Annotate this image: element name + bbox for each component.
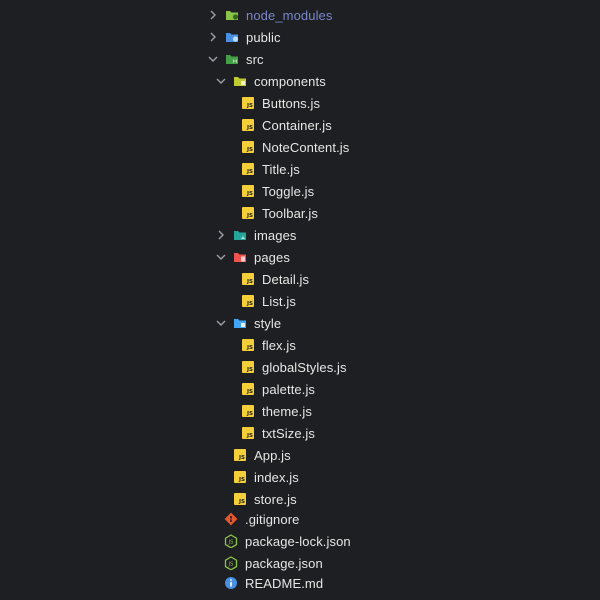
- js-file-icon: JS: [241, 140, 255, 154]
- nodejs-icon: JS: [224, 556, 238, 570]
- js-file-icon: JS: [241, 360, 255, 374]
- js-file-icon: JS: [241, 404, 255, 418]
- tree-item-palette-js[interactable]: JS palette.js: [241, 378, 315, 400]
- tree-item-notecontent-js[interactable]: JS NoteContent.js: [241, 136, 349, 158]
- tree-item-label: Toolbar.js: [262, 205, 318, 221]
- style-folder-icon: [233, 316, 247, 330]
- tree-item-flex-js[interactable]: JS flex.js: [241, 334, 296, 356]
- tree-item-gitignore[interactable]: .gitignore: [224, 508, 299, 530]
- tree-item-label: store.js: [254, 491, 297, 507]
- tree-item-title-js[interactable]: JS Title.js: [241, 158, 300, 180]
- js-file-icon: JS: [241, 426, 255, 440]
- pages-folder-icon: [233, 250, 247, 264]
- file-explorer-tree: node_modules public src components JS Bu…: [0, 0, 600, 600]
- tree-item-store-js[interactable]: JS store.js: [233, 488, 297, 510]
- js-file-icon: JS: [233, 448, 247, 462]
- svg-text:JS: JS: [228, 540, 234, 546]
- tree-item-label: globalStyles.js: [262, 359, 347, 375]
- tree-item-label: Container.js: [262, 117, 332, 133]
- js-file-icon: JS: [241, 294, 255, 308]
- tree-item-label: package-lock.json: [245, 533, 351, 549]
- chevron-down-icon[interactable]: [207, 53, 219, 65]
- tree-item-label: palette.js: [262, 381, 316, 397]
- tree-item-package-json[interactable]: JS package.json: [224, 552, 323, 574]
- tree-item-package-lock-json[interactable]: JS package-lock.json: [224, 530, 351, 552]
- tree-item-label: style: [254, 315, 282, 331]
- info-icon: [224, 576, 238, 590]
- tree-item-toggle-js[interactable]: JS Toggle.js: [241, 180, 314, 202]
- tree-item-public[interactable]: public: [207, 26, 281, 48]
- node-folder-icon: [225, 8, 239, 22]
- chevron-right-icon[interactable]: [207, 9, 219, 21]
- tree-item-label: components: [254, 73, 326, 89]
- tree-item-label: Toggle.js: [262, 183, 315, 199]
- tree-item-label: images: [254, 227, 297, 243]
- chevron-right-icon[interactable]: [207, 31, 219, 43]
- tree-item-label: flex.js: [262, 337, 296, 353]
- tree-item-label: Buttons.js: [262, 95, 321, 111]
- tree-item-list-js[interactable]: JS List.js: [241, 290, 296, 312]
- js-file-icon: JS: [241, 382, 255, 396]
- js-file-icon: JS: [241, 96, 255, 110]
- tree-item-globalstyles-js[interactable]: JS globalStyles.js: [241, 356, 347, 378]
- tree-item-label: App.js: [254, 447, 291, 463]
- chevron-down-icon[interactable]: [215, 317, 227, 329]
- svg-text:JS: JS: [228, 562, 234, 568]
- js-file-icon: JS: [241, 338, 255, 352]
- chevron-down-icon[interactable]: [215, 251, 227, 263]
- images-folder-icon: [233, 228, 247, 242]
- js-file-icon: JS: [241, 184, 255, 198]
- public-folder-icon: [225, 30, 239, 44]
- components-folder-icon: [233, 74, 247, 88]
- tree-item-label: pages: [254, 249, 290, 265]
- tree-item-label: node_modules: [246, 7, 333, 23]
- tree-item-label: public: [246, 29, 281, 45]
- chevron-right-icon[interactable]: [215, 229, 227, 241]
- tree-item-label: .gitignore: [245, 511, 300, 527]
- tree-item-label: theme.js: [262, 403, 312, 419]
- tree-item-style[interactable]: style: [215, 312, 281, 334]
- tree-item-theme-js[interactable]: JS theme.js: [241, 400, 312, 422]
- tree-item-txtsize-js[interactable]: JS txtSize.js: [241, 422, 315, 444]
- tree-item-toolbar-js[interactable]: JS Toolbar.js: [241, 202, 318, 224]
- git-icon: [224, 512, 238, 526]
- tree-item-label: src: [246, 51, 264, 67]
- js-file-icon: JS: [241, 206, 255, 220]
- tree-item-label: txtSize.js: [262, 425, 316, 441]
- tree-item-node-modules[interactable]: node_modules: [207, 4, 333, 26]
- tree-item-label: package.json: [245, 555, 323, 571]
- tree-item-label: NoteContent.js: [262, 139, 350, 155]
- tree-item-pages[interactable]: pages: [215, 246, 290, 268]
- js-file-icon: JS: [233, 470, 247, 484]
- tree-item-detail-js[interactable]: JS Detail.js: [241, 268, 309, 290]
- tree-item-label: List.js: [262, 293, 296, 309]
- src-folder-icon: [225, 52, 239, 66]
- tree-item-label: Title.js: [262, 161, 300, 177]
- js-file-icon: JS: [233, 492, 247, 506]
- tree-item-container-js[interactable]: JS Container.js: [241, 114, 332, 136]
- tree-item-buttons-js[interactable]: JS Buttons.js: [241, 92, 320, 114]
- nodejs-icon: JS: [224, 534, 238, 548]
- tree-item-app-js[interactable]: JS App.js: [233, 444, 291, 466]
- tree-item-label: Detail.js: [262, 271, 310, 287]
- tree-item-src[interactable]: src: [207, 48, 264, 70]
- js-file-icon: JS: [241, 118, 255, 132]
- tree-item-images[interactable]: images: [215, 224, 297, 246]
- tree-item-label: index.js: [254, 469, 299, 485]
- js-file-icon: JS: [241, 272, 255, 286]
- js-file-icon: JS: [241, 162, 255, 176]
- chevron-down-icon[interactable]: [215, 75, 227, 87]
- tree-item-index-js[interactable]: JS index.js: [233, 466, 299, 488]
- tree-item-label: README.md: [245, 575, 324, 591]
- tree-item-readme-md[interactable]: README.md: [224, 572, 323, 594]
- tree-item-components[interactable]: components: [215, 70, 326, 92]
